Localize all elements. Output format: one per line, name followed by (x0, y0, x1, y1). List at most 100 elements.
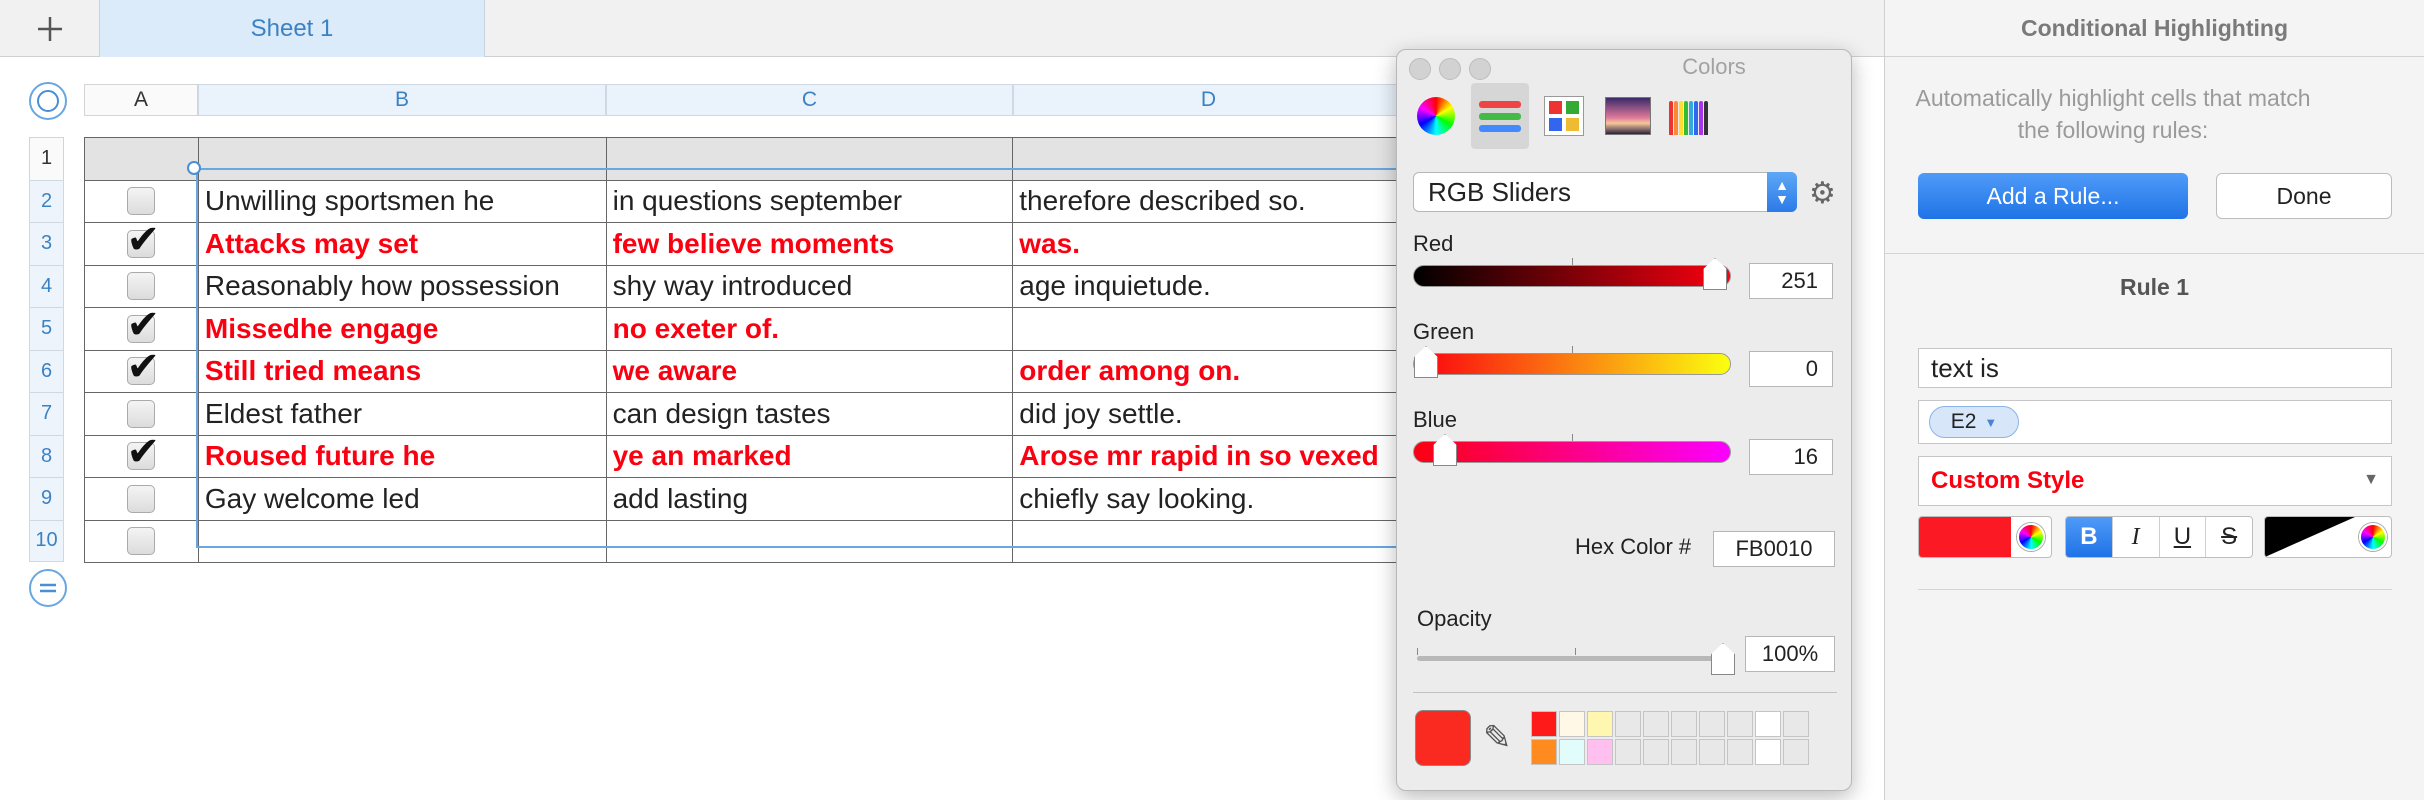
cell-b[interactable]: Roused future he (198, 435, 607, 478)
strikethrough-button[interactable]: S (2206, 517, 2252, 557)
bold-button[interactable]: B (2066, 517, 2113, 557)
gear-icon[interactable]: ⚙ (1809, 176, 1836, 211)
row-header[interactable]: 4 (29, 264, 64, 307)
row-checkbox[interactable] (127, 484, 156, 513)
checkbox-cell[interactable] (85, 138, 199, 181)
color-swatch[interactable] (1783, 711, 1809, 737)
row-checkbox[interactable] (127, 187, 156, 216)
color-swatch[interactable] (1531, 711, 1557, 737)
color-swatch[interactable] (1699, 739, 1725, 765)
row-checkbox[interactable] (126, 436, 160, 476)
cell-c[interactable] (606, 520, 1014, 563)
cell-b[interactable]: Eldest father (198, 393, 607, 436)
add-sheet-button[interactable] (0, 0, 100, 57)
cell-b[interactable]: Unwilling sportsmen he (198, 180, 607, 223)
row-checkbox[interactable] (127, 272, 156, 301)
color-wheel-mode[interactable] (1407, 83, 1465, 149)
cell-c[interactable]: can design tastes (606, 393, 1014, 436)
cell-d[interactable] (1013, 308, 1404, 351)
done-button[interactable]: Done (2216, 173, 2392, 219)
column-header-d[interactable]: D (1013, 84, 1404, 116)
cell-d[interactable] (1013, 521, 1404, 563)
green-slider[interactable] (1413, 346, 1731, 378)
green-value-field[interactable]: 0 (1749, 351, 1833, 387)
opacity-slider-thumb[interactable] (1711, 643, 1735, 675)
checkbox-cell[interactable] (85, 265, 199, 308)
row-header[interactable]: 10 (29, 519, 64, 562)
row-checkbox[interactable] (126, 308, 160, 348)
color-swatch[interactable] (1755, 739, 1781, 765)
cell-reference-token[interactable]: E2 ▼ (1929, 406, 2019, 438)
checkbox-cell[interactable] (85, 180, 199, 223)
cell-c[interactable]: ye an marked (606, 435, 1014, 478)
current-color-well[interactable] (1415, 710, 1471, 766)
color-swatch[interactable] (1643, 711, 1669, 737)
add-rule-button[interactable]: Add a Rule... (1918, 173, 2188, 219)
add-row-button[interactable] (29, 569, 67, 607)
cell-b[interactable] (198, 520, 607, 563)
cell-c[interactable]: few believe moments (606, 223, 1014, 266)
column-header-c[interactable]: C (606, 84, 1013, 116)
color-swatch[interactable] (1615, 711, 1641, 737)
row-header[interactable]: 1 (29, 137, 64, 180)
red-value-field[interactable]: 251 (1749, 263, 1833, 299)
select-table-button[interactable] (29, 82, 67, 120)
row-header[interactable]: 2 (29, 179, 64, 222)
text-color-well[interactable] (2264, 516, 2392, 558)
color-swatch[interactable] (1727, 711, 1753, 737)
cell-c[interactable] (606, 138, 1014, 181)
pencils-mode[interactable] (1663, 83, 1721, 149)
cell-d[interactable]: order among on. (1013, 351, 1404, 393)
image-palettes-mode[interactable] (1599, 83, 1657, 149)
checkbox-cell[interactable] (85, 478, 199, 521)
cell-c[interactable]: shy way introduced (606, 265, 1014, 308)
hex-color-field[interactable]: FB0010 (1713, 531, 1835, 567)
cell-d[interactable]: was. (1013, 223, 1404, 266)
underline-button[interactable]: U (2160, 517, 2207, 557)
cell-d[interactable] (1013, 138, 1404, 181)
green-slider-thumb[interactable] (1414, 346, 1438, 378)
cell-b[interactable]: Gay welcome led (198, 478, 607, 521)
row-header[interactable]: 9 (29, 477, 64, 520)
checkbox-cell[interactable] (85, 393, 199, 436)
cell-d[interactable]: age inquietude. (1013, 266, 1404, 308)
red-slider-thumb[interactable] (1703, 258, 1727, 290)
cell-c[interactable]: no exeter of. (606, 308, 1014, 351)
row-header[interactable]: 6 (29, 349, 64, 392)
color-swatch[interactable] (1783, 739, 1809, 765)
cell-d[interactable]: chiefly say looking. (1013, 478, 1404, 521)
row-header[interactable]: 5 (29, 307, 64, 350)
blue-slider[interactable] (1413, 434, 1731, 466)
color-swatch[interactable] (1531, 739, 1557, 765)
cell-c[interactable]: in questions september (606, 180, 1014, 223)
color-palettes-mode[interactable] (1535, 83, 1593, 149)
cell-d[interactable]: did joy settle. (1013, 393, 1404, 436)
checkbox-cell[interactable] (85, 223, 199, 266)
rule-condition-field[interactable]: text is (1918, 348, 2392, 388)
cell-b[interactable]: Reasonably how possession (198, 265, 607, 308)
cell-b[interactable] (198, 138, 607, 181)
selection-handle[interactable] (187, 161, 201, 175)
opacity-value-field[interactable]: 100% (1745, 636, 1835, 672)
color-wheel-icon[interactable] (2359, 523, 2387, 551)
tab-sheet-1[interactable]: Sheet 1 (100, 0, 485, 57)
blue-value-field[interactable]: 16 (1749, 439, 1833, 475)
color-sliders-mode[interactable] (1471, 83, 1529, 149)
color-swatch[interactable] (1671, 711, 1697, 737)
color-swatch[interactable] (1755, 711, 1781, 737)
highlight-style-select[interactable]: Custom Style ▼ (1918, 456, 2392, 506)
color-swatch[interactable] (1615, 739, 1641, 765)
cell-b[interactable]: Missedhe engage (198, 308, 607, 351)
slider-mode-select[interactable]: RGB Sliders ▲ ▼ (1413, 172, 1797, 212)
cell-c[interactable]: we aware (606, 350, 1014, 393)
color-swatch[interactable] (1559, 711, 1585, 737)
color-wheel-icon[interactable] (2017, 523, 2045, 551)
color-swatch[interactable] (1587, 711, 1613, 737)
row-header[interactable]: 7 (29, 392, 64, 435)
color-swatch[interactable] (1559, 739, 1585, 765)
row-header[interactable]: 8 (29, 434, 64, 477)
red-slider[interactable] (1413, 258, 1731, 290)
column-header-b[interactable]: B (198, 84, 606, 116)
opacity-slider[interactable] (1417, 643, 1735, 675)
color-swatch[interactable] (1727, 739, 1753, 765)
